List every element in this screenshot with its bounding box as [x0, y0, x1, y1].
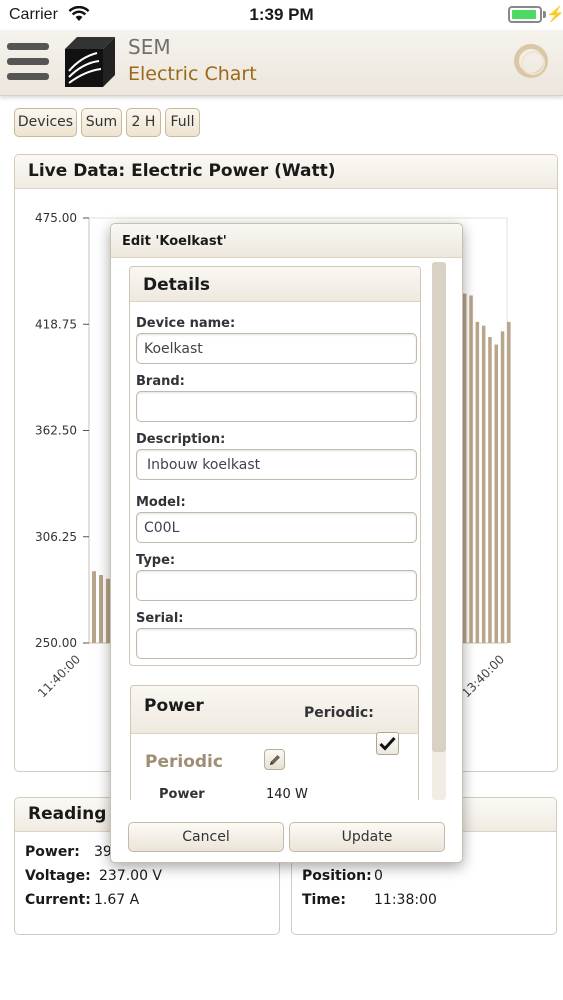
device-name-label: Device name: — [136, 316, 236, 331]
modal-overlay: Edit 'Koelkast' Details Device name: Bra… — [0, 0, 563, 1000]
dialog-scrollbar[interactable] — [432, 262, 446, 800]
edit-periodic-button[interactable] — [264, 749, 285, 770]
details-title: Details — [143, 275, 211, 295]
description-label: Description: — [136, 432, 226, 447]
details-section: Details Device name: Brand: Description:… — [129, 266, 421, 666]
brand-label: Brand: — [136, 374, 185, 389]
brand-input[interactable] — [136, 391, 417, 422]
dialog-scroll-area[interactable]: Details Device name: Brand: Description:… — [111, 258, 462, 800]
model-input[interactable] — [136, 512, 417, 543]
type-input[interactable] — [136, 570, 417, 601]
serial-label: Serial: — [136, 611, 184, 626]
dialog-footer: Cancel Update — [111, 814, 462, 862]
update-button[interactable]: Update — [289, 822, 445, 852]
periodic-checkbox-label: Periodic: — [304, 705, 374, 721]
model-label: Model: — [136, 495, 186, 510]
type-label: Type: — [136, 553, 176, 568]
periodic-power-value: 140 W — [266, 787, 308, 800]
cancel-button[interactable]: Cancel — [128, 822, 284, 852]
dialog-title: Edit 'Koelkast' — [122, 234, 227, 249]
edit-device-dialog: Edit 'Koelkast' Details Device name: Bra… — [110, 223, 463, 863]
serial-input[interactable] — [136, 628, 417, 659]
dialog-scroll-thumb[interactable] — [432, 262, 446, 752]
power-title: Power — [144, 696, 204, 716]
periodic-heading: Periodic — [145, 752, 223, 772]
periodic-power-label: Power — [159, 787, 205, 800]
description-input[interactable] — [136, 449, 417, 480]
pencil-icon — [270, 755, 280, 765]
periodic-checkbox[interactable] — [376, 732, 399, 755]
checkmark-icon — [379, 736, 396, 751]
device-name-input[interactable] — [136, 333, 417, 364]
